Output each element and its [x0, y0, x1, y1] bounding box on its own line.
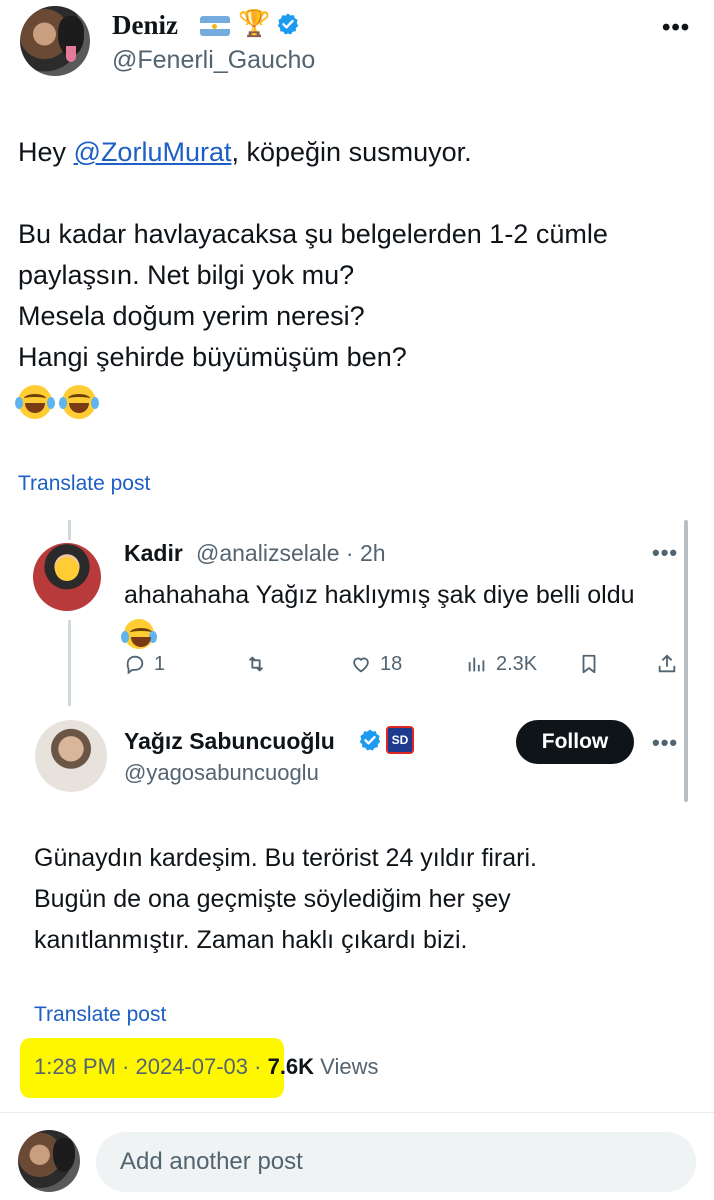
reply-count: 1: [154, 652, 166, 675]
reply-more-icon[interactable]: •••: [652, 540, 678, 566]
face-emoji-icon: [55, 557, 79, 581]
reply-author-name[interactable]: Kadir: [124, 540, 183, 567]
reply-handle-time: @analizselale · 2h: [196, 540, 386, 566]
trophy-icon: 🏆: [238, 8, 271, 38]
tears-of-joy-icon: [15, 384, 55, 419]
views-count: 2.3K: [496, 652, 538, 675]
bookmark-icon: [582, 654, 596, 674]
views-button[interactable]: 2.3K: [466, 650, 537, 678]
reply-text: ahahahaha Yağız haklıymış şak diye belli…: [121, 576, 674, 652]
compose-avatar: [18, 1130, 80, 1192]
mention-link[interactable]: @ZorluMurat: [74, 137, 232, 167]
reply-icon: [126, 655, 144, 675]
thread-connector: [68, 620, 71, 706]
quoted-text: Günaydın kardeşim. Bu terörist 24 yıldır…: [34, 844, 537, 954]
verified-icon: [359, 729, 381, 751]
post-text: Hey @ZorluMurat, köpeğin susmuyor. Bu ka…: [15, 132, 698, 420]
like-count: 18: [380, 652, 403, 675]
analytics-icon: [468, 657, 485, 672]
verified-icon: [277, 13, 299, 35]
author-avatar[interactable]: [20, 6, 90, 76]
thread-connector: [68, 520, 71, 540]
dog-tongue: [66, 46, 76, 62]
repost-icon: [248, 656, 264, 672]
dog-image: [53, 1138, 75, 1172]
tears-of-joy-icon: [121, 619, 157, 650]
reply-button[interactable]: 1: [124, 650, 165, 678]
quoted-avatar[interactable]: [35, 720, 107, 792]
translate-post-link[interactable]: Translate post: [34, 1003, 166, 1027]
share-icon: [658, 654, 676, 673]
bookmark-button[interactable]: [578, 650, 600, 678]
author-handle[interactable]: @Fenerli_Gaucho: [112, 46, 315, 75]
post-timestamp: 1:28 PM · 2024-07-03 · 7.6K Views: [34, 1054, 379, 1079]
repost-button[interactable]: [244, 650, 268, 678]
heart-icon: [353, 657, 369, 673]
tears-of-joy-icon: [59, 384, 99, 419]
more-options-icon[interactable]: •••: [662, 14, 690, 42]
views-count: 7.6K: [267, 1054, 315, 1079]
translate-post-link[interactable]: Translate post: [18, 472, 150, 496]
follow-button[interactable]: Follow: [516, 720, 634, 764]
quoted-more-icon[interactable]: •••: [652, 730, 678, 756]
scrollbar[interactable]: [684, 520, 688, 802]
quoted-handle[interactable]: @yagosabuncuoglu: [124, 760, 319, 786]
add-post-input[interactable]: Add another post: [96, 1132, 696, 1192]
quoted-author-name[interactable]: Yağız Sabuncuoğlu: [124, 728, 335, 755]
like-button[interactable]: 18: [350, 650, 402, 678]
argentina-flag-icon: [200, 16, 230, 36]
author-display-name[interactable]: Deniz: [112, 10, 178, 41]
reply-avatar[interactable]: [33, 543, 101, 611]
affiliate-badge-icon: SD: [386, 726, 414, 754]
share-button[interactable]: [656, 650, 678, 678]
divider: [0, 1112, 714, 1113]
